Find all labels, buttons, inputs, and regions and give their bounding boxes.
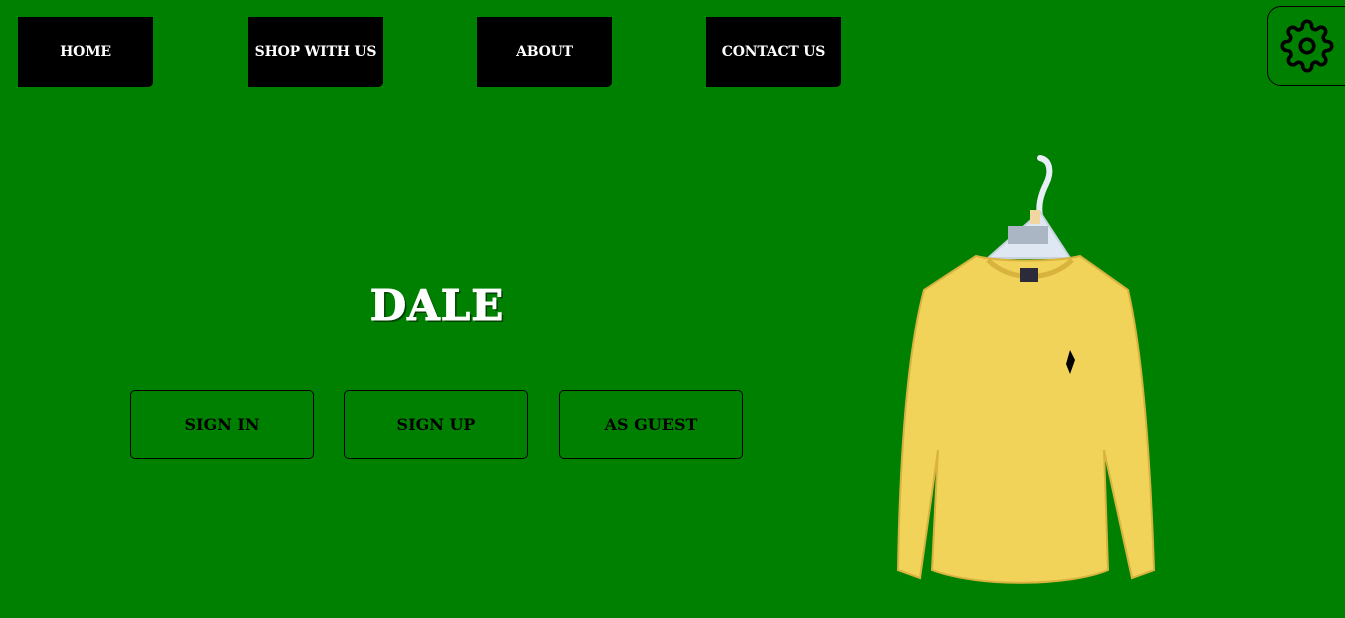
nav-contact-button[interactable]: CONTACT US	[706, 17, 841, 87]
shirt-product-image	[896, 155, 1156, 584]
brand-title: DALE	[369, 281, 505, 331]
gear-icon	[1280, 19, 1334, 73]
nav-home-button[interactable]: HOME	[18, 17, 153, 87]
nav-about-button[interactable]: ABOUT	[477, 17, 612, 87]
sign-in-button[interactable]: SIGN IN	[130, 390, 314, 459]
guest-button[interactable]: AS GUEST	[559, 390, 743, 459]
landing-page: HOME SHOP WITH US ABOUT CONTACT US DALE …	[0, 0, 1345, 618]
settings-button[interactable]	[1267, 6, 1345, 86]
sign-up-button[interactable]: SIGN UP	[344, 390, 528, 459]
nav-shop-button[interactable]: SHOP WITH US	[248, 17, 383, 87]
